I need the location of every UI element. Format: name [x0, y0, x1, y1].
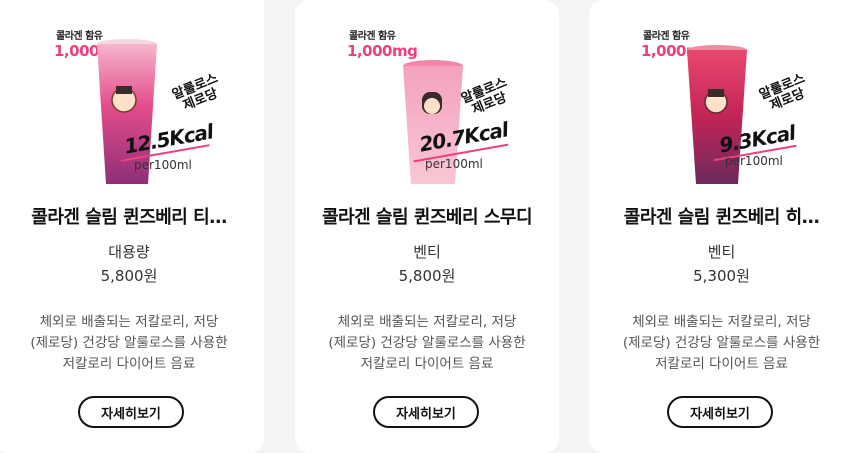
- product-image[interactable]: 콜라겐 함유 1,000mg 알룰로스 제로당 12.5Kcal per100m…: [0, 0, 264, 190]
- product-price: 5,800원: [100, 267, 158, 285]
- sugar-label: 알룰로스 제로당: [459, 75, 510, 118]
- collagen-badge-label: 콜라겐 함유: [643, 31, 690, 42]
- product-card: 콜라겐 함유 1,000mg 알룰로스 제로당 12.5Kcal per100m…: [0, 0, 264, 453]
- sugar-label: 알룰로스 제로당: [757, 71, 808, 114]
- sugar-label: 알룰로스 제로당: [170, 71, 221, 114]
- product-size: 대용량: [108, 243, 150, 261]
- per-unit-label: per100ml: [725, 154, 783, 168]
- product-size: 벤티: [413, 243, 441, 261]
- product-description: 체외로 배출되는 저칼로리, 저당 (제로당) 건강당 알룰로스를 사용한 저칼…: [328, 314, 526, 372]
- product-image[interactable]: 콜라겐 함유 1,000mg 알룰로스 제로당 9.3Kcal per100ml: [589, 0, 854, 190]
- per-unit-label: per100ml: [425, 157, 483, 171]
- product-price: 5,300원: [693, 267, 750, 285]
- collagen-badge-amount: 1,000mg: [347, 42, 418, 60]
- product-image[interactable]: 콜라겐 함유 1,000mg 알룰로스 제로당 20.7Kcal per100m…: [295, 0, 559, 190]
- product-name[interactable]: 콜라겐 슬림 퀸즈베리 티…: [0, 203, 264, 229]
- product-price: 5,800원: [398, 267, 456, 285]
- product-name[interactable]: 콜라겐 슬림 퀸즈베리 스무디: [295, 203, 559, 229]
- product-description: 체외로 배출되는 저칼로리, 저당 (제로당) 건강당 알룰로스를 사용한 저칼…: [30, 314, 228, 372]
- product-name[interactable]: 콜라겐 슬림 퀸즈베리 히…: [589, 203, 854, 229]
- product-card: 콜라겐 함유 1,000mg 알룰로스 제로당 20.7Kcal per100m…: [295, 0, 559, 453]
- per-unit-label: per100ml: [134, 158, 192, 172]
- product-size: 벤티: [707, 243, 736, 261]
- detail-button[interactable]: 자세히보기: [78, 396, 184, 428]
- detail-button[interactable]: 자세히보기: [373, 396, 479, 428]
- product-description: 체외로 배출되는 저칼로리, 저당 (제로당) 건강당 알룰로스를 사용한 저칼…: [622, 314, 821, 372]
- collagen-badge-label: 콜라겐 함유: [349, 31, 396, 42]
- detail-button[interactable]: 자세히보기: [667, 396, 773, 428]
- product-card: 콜라겐 함유 1,000mg 알룰로스 제로당 9.3Kcal per100ml…: [589, 0, 854, 453]
